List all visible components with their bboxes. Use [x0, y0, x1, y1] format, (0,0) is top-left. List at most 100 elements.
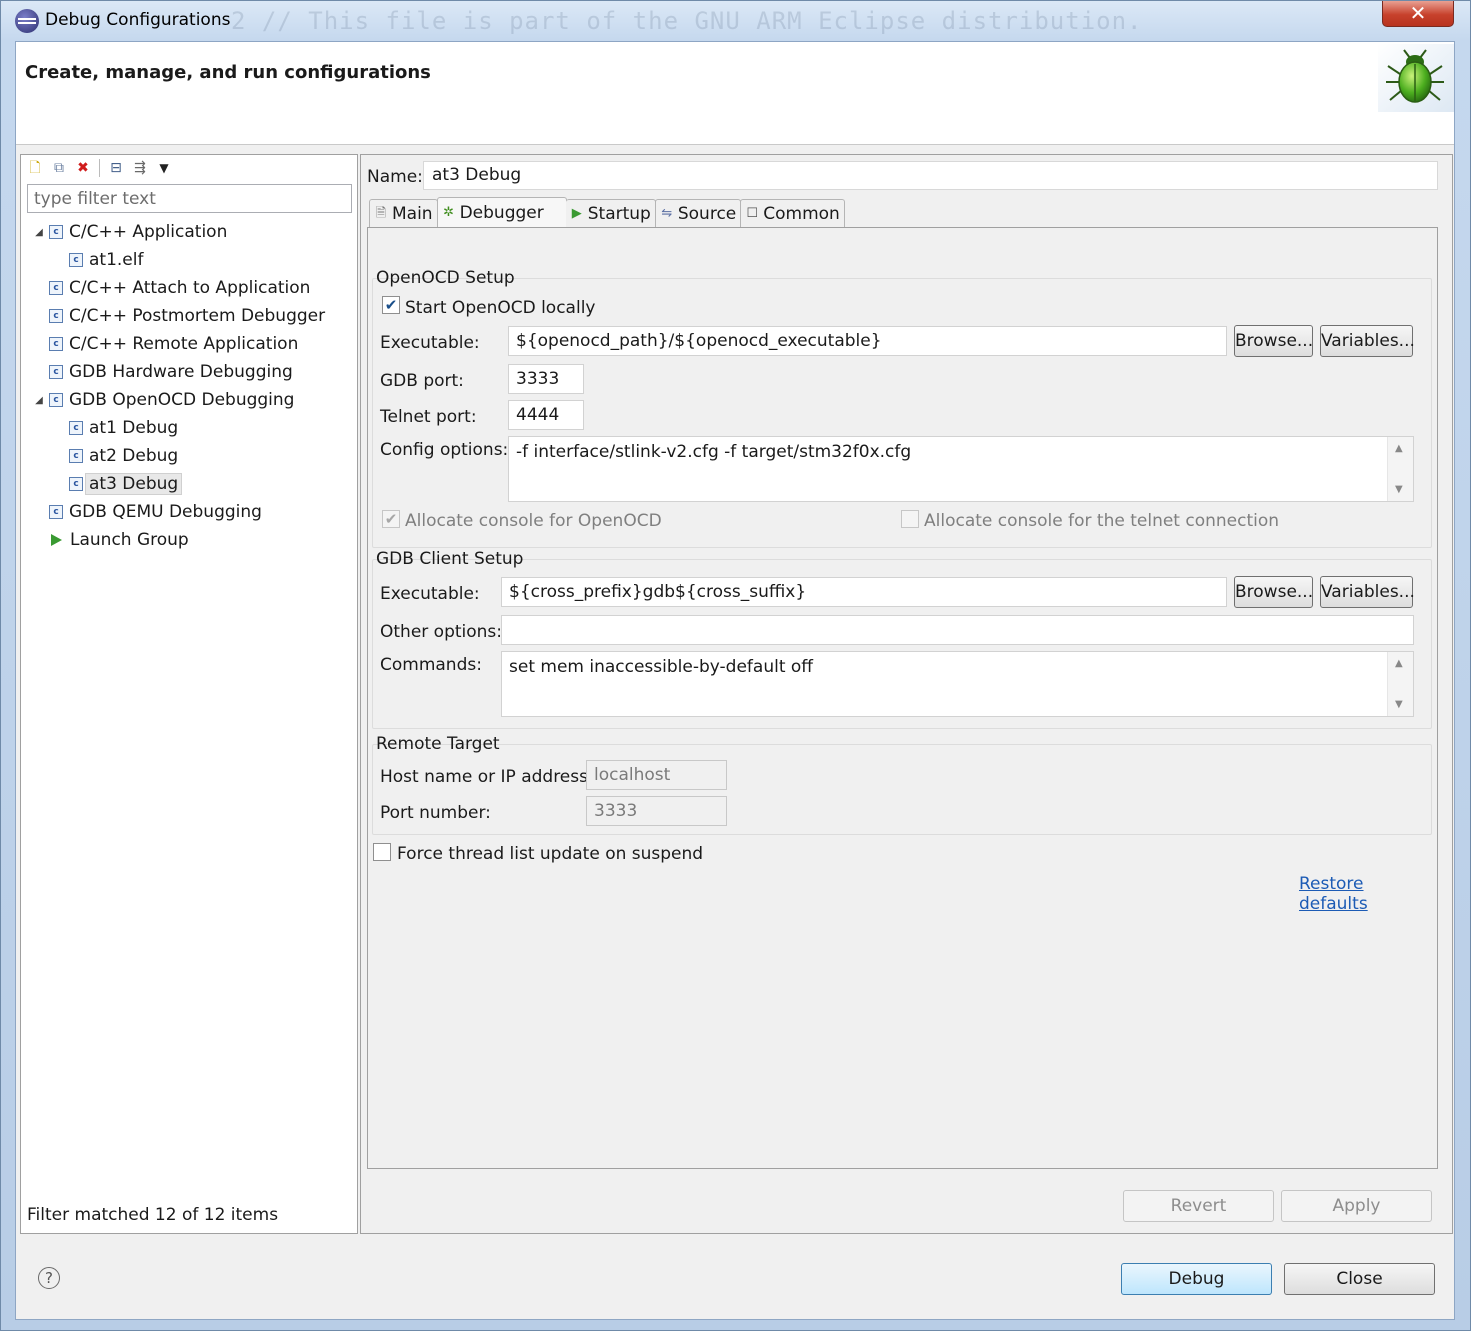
source-tab-icon: ⇋ — [661, 205, 673, 221]
dropdown-icon[interactable]: ▼ — [154, 158, 174, 178]
common-tab-icon: ☐ — [746, 205, 759, 221]
window-close-button[interactable]: ✕ — [1382, 1, 1454, 27]
commands-textarea[interactable]: set mem inaccessible-by-default off ▲ ▼ — [501, 651, 1414, 717]
dialog-header-title: Create, manage, and run configurations — [25, 62, 431, 83]
config-type-icon: c — [49, 281, 63, 295]
tree-item-label: GDB QEMU Debugging — [69, 502, 262, 522]
tab-common[interactable]: ☐ Common — [740, 199, 845, 227]
openocd-executable-input[interactable]: ${openocd_path}/${openocd_executable} — [508, 326, 1227, 356]
dialog-body: Create, manage, and run configurations 🗋… — [15, 41, 1455, 1320]
launch-icon — [51, 534, 62, 546]
filter-input[interactable] — [27, 184, 352, 213]
force-thread-label: Force thread list update on suspend — [397, 844, 704, 864]
tree-item-at2-debug[interactable]: c at2 Debug — [69, 443, 178, 469]
help-icon[interactable]: ? — [38, 1267, 60, 1289]
openocd-variables-button[interactable]: Variables... — [1320, 325, 1415, 357]
new-configuration-icon[interactable]: 🗋 — [25, 158, 45, 178]
tree-item-label: C/C++ Application — [69, 222, 228, 242]
commands-label: Commands: — [380, 655, 482, 675]
start-openocd-label: Start OpenOCD locally — [405, 298, 596, 318]
force-thread-checkbox[interactable] — [373, 843, 391, 861]
startup-tab-icon: ▶ — [571, 205, 582, 221]
scroll-down-icon[interactable]: ▼ — [1395, 484, 1403, 495]
tab-label: Common — [763, 203, 840, 224]
eclipse-app-icon — [15, 9, 39, 33]
config-type-icon: c — [49, 225, 63, 239]
name-label: Name: — [367, 167, 423, 187]
config-options-text: -f interface/stlink-v2.cfg -f target/stm… — [516, 442, 912, 462]
debugger-tab-icon: ✲ — [443, 204, 455, 220]
tab-main[interactable]: 🗎 Main — [369, 199, 438, 227]
telnet-port-input[interactable]: 4444 — [508, 400, 584, 430]
start-openocd-checkbox[interactable]: ✔ — [382, 296, 400, 314]
commands-scrollbar[interactable]: ▲ ▼ — [1387, 652, 1413, 716]
allocate-console-label: Allocate console for OpenOCD — [405, 511, 662, 531]
tree-item-gdb-qemu[interactable]: c GDB QEMU Debugging — [49, 499, 262, 525]
debug-button[interactable]: Debug — [1121, 1263, 1272, 1295]
commands-text: set mem inaccessible-by-default off — [509, 657, 813, 677]
name-input[interactable]: at3 Debug — [423, 161, 1438, 190]
tree-item-label: at3 Debug — [85, 473, 183, 495]
tree-item-gdb-openocd[interactable]: ◢ c GDB OpenOCD Debugging — [33, 387, 294, 413]
tree-item-c-cpp-attach[interactable]: c C/C++ Attach to Application — [49, 275, 310, 301]
expanded-arrow-icon[interactable]: ◢ — [33, 227, 45, 238]
tree-item-launch-group[interactable]: Launch Group — [49, 527, 189, 553]
gdb-port-input[interactable]: 3333 — [508, 364, 584, 394]
tree-item-label: C/C++ Remote Application — [69, 334, 299, 354]
tree-item-gdb-hardware[interactable]: c GDB Hardware Debugging — [49, 359, 293, 385]
close-button[interactable]: Close — [1284, 1263, 1435, 1295]
configuration-editor-panel: Name: at3 Debug 🗎 Main ✲ Debugger ▶ Star… — [360, 154, 1453, 1234]
filter-status: Filter matched 12 of 12 items — [27, 1205, 279, 1225]
tree-item-c-cpp-postmortem[interactable]: c C/C++ Postmortem Debugger — [49, 303, 325, 329]
left-toolbar: 🗋 ⧉ ✖ ⊟ ⇶ ▼ — [25, 157, 174, 179]
openocd-browse-button[interactable]: Browse... — [1234, 325, 1313, 357]
config-type-icon: c — [49, 337, 63, 351]
scroll-down-icon[interactable]: ▼ — [1395, 699, 1403, 710]
config-type-icon: c — [49, 393, 63, 407]
config-options-scrollbar[interactable]: ▲ ▼ — [1387, 437, 1413, 501]
tree-item-label: Launch Group — [70, 530, 189, 550]
filter-icon[interactable]: ⇶ — [130, 158, 150, 178]
tree-item-label: GDB OpenOCD Debugging — [69, 390, 295, 410]
config-icon: c — [69, 253, 83, 267]
title-bar[interactable]: 2 // This file is part of the GNU ARM Ec… — [1, 1, 1471, 41]
gdb-executable-input[interactable]: ${cross_prefix}gdb${cross_suffix} — [501, 577, 1227, 607]
scroll-up-icon[interactable]: ▲ — [1395, 658, 1403, 669]
config-options-textarea[interactable]: -f interface/stlink-v2.cfg -f target/stm… — [508, 436, 1414, 502]
tab-label: Source — [677, 203, 737, 224]
scroll-up-icon[interactable]: ▲ — [1395, 443, 1403, 454]
gdb-variables-button[interactable]: Variables... — [1320, 576, 1415, 608]
tree-item-at1-debug[interactable]: c at1 Debug — [69, 415, 178, 441]
tree-item-c-cpp-application[interactable]: ◢ c C/C++ Application — [33, 219, 227, 245]
tab-debugger[interactable]: ✲ Debugger — [436, 197, 567, 227]
tab-label: Debugger — [459, 202, 544, 223]
collapse-all-icon[interactable]: ⊟ — [106, 158, 126, 178]
openocd-group-title: OpenOCD Setup — [376, 268, 515, 288]
tree-item-label: C/C++ Attach to Application — [69, 278, 311, 298]
gdb-browse-button[interactable]: Browse... — [1234, 576, 1313, 608]
other-options-label: Other options: — [380, 622, 503, 642]
tree-item-at3-debug[interactable]: c at3 Debug — [69, 471, 183, 497]
config-type-icon: c — [49, 505, 63, 519]
apply-button[interactable]: Apply — [1281, 1190, 1432, 1222]
background-editor-text: 2 // This file is part of the GNU ARM Ec… — [231, 7, 1143, 35]
toolbar-separator — [99, 159, 100, 177]
tab-label: Startup — [587, 203, 651, 224]
expanded-arrow-icon[interactable]: ◢ — [33, 395, 45, 406]
host-input: localhost — [586, 760, 727, 790]
delete-icon[interactable]: ✖ — [73, 158, 93, 178]
configuration-list-panel: 🗋 ⧉ ✖ ⊟ ⇶ ▼ ◢ c C/C++ Application c at1.… — [20, 154, 358, 1234]
restore-defaults-link[interactable]: Restore defaults — [1299, 874, 1437, 914]
tab-source[interactable]: ⇋ Source — [654, 199, 742, 227]
allocate-console-checkbox: ✔ — [382, 510, 400, 528]
allocate-telnet-checkbox — [901, 510, 919, 528]
duplicate-icon[interactable]: ⧉ — [49, 158, 69, 178]
tree-item-c-cpp-remote[interactable]: c C/C++ Remote Application — [49, 331, 298, 357]
other-options-input[interactable] — [501, 615, 1414, 645]
tree-item-at1-elf[interactable]: c at1.elf — [69, 247, 143, 273]
tab-startup[interactable]: ▶ Startup — [565, 199, 656, 227]
revert-button[interactable]: Revert — [1123, 1190, 1274, 1222]
config-icon: c — [69, 421, 83, 435]
remote-target-group — [372, 744, 1432, 835]
allocate-telnet-label: Allocate console for the telnet connecti… — [924, 511, 1280, 531]
